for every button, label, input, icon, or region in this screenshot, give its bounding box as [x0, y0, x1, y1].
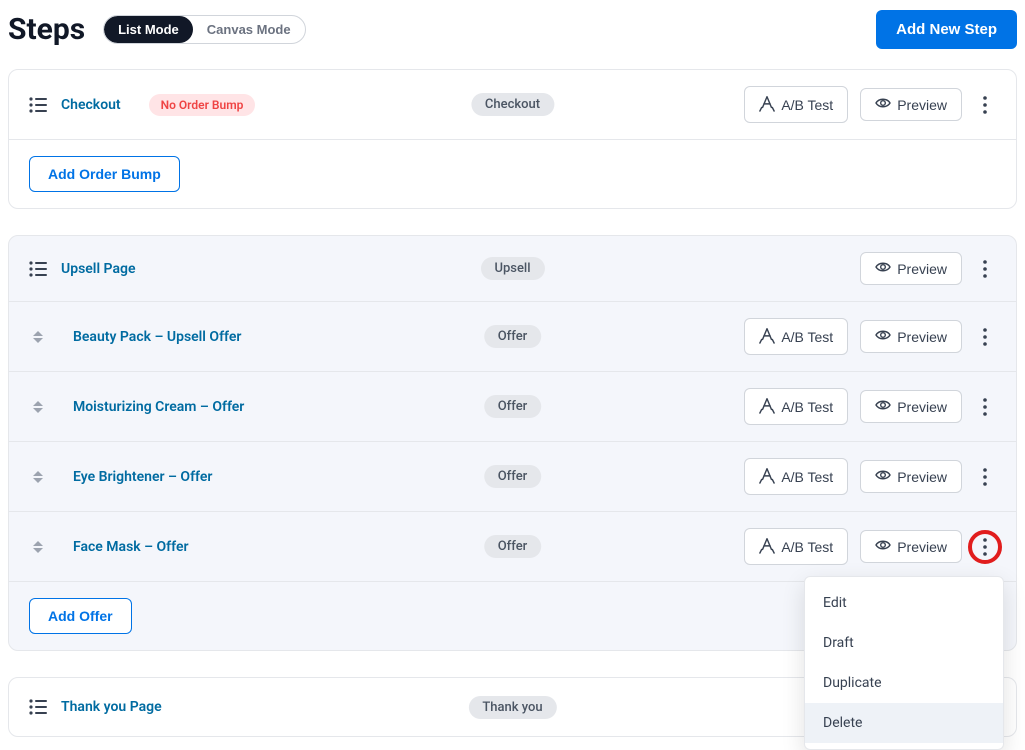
- no-order-bump-badge: No Order Bump: [149, 94, 256, 116]
- panel-upsell: Upsell Page Upsell Preview Beauty Pack –…: [8, 235, 1017, 651]
- type-badge-offer: Offer: [484, 395, 542, 418]
- step-row-upsell-page: Upsell Page Upsell Preview: [9, 236, 1016, 302]
- split-icon: [759, 326, 775, 347]
- more-actions-button[interactable]: [974, 393, 996, 421]
- preview-label: Preview: [897, 399, 947, 415]
- step-row-offer: Moisturizing Cream – Offer Offer A/B Tes…: [9, 372, 1016, 442]
- ab-test-button[interactable]: A/B Test: [744, 86, 848, 123]
- step-row-offer: Beauty Pack – Upsell Offer Offer A/B Tes…: [9, 302, 1016, 372]
- ab-test-label: A/B Test: [781, 539, 833, 555]
- ab-test-button[interactable]: A/B Test: [744, 318, 848, 355]
- ab-test-label: A/B Test: [781, 329, 833, 345]
- add-order-bump-button[interactable]: Add Order Bump: [29, 156, 180, 192]
- list-icon[interactable]: [29, 96, 47, 114]
- preview-label: Preview: [897, 261, 947, 277]
- ab-test-label: A/B Test: [781, 97, 833, 113]
- reorder-handle[interactable]: [29, 331, 47, 343]
- more-actions-button[interactable]: [974, 533, 996, 561]
- reorder-handle[interactable]: [29, 401, 47, 413]
- highlight-circle: [968, 530, 1002, 564]
- step-row-offer: Eye Brightener – Offer Offer A/B Test Pr…: [9, 442, 1016, 512]
- step-link-offer[interactable]: Moisturizing Cream – Offer: [73, 399, 244, 415]
- split-icon: [759, 94, 775, 115]
- preview-label: Preview: [897, 539, 947, 555]
- step-link-offer[interactable]: Eye Brightener – Offer: [73, 469, 212, 485]
- preview-label: Preview: [897, 329, 947, 345]
- step-row-offer: Face Mask – Offer Offer A/B Test Preview…: [9, 512, 1016, 582]
- eye-icon: [875, 96, 891, 113]
- eye-icon: [875, 538, 891, 555]
- menu-item-edit[interactable]: Edit: [805, 583, 1003, 623]
- more-actions-button[interactable]: [974, 323, 996, 351]
- reorder-handle[interactable]: [29, 541, 47, 553]
- type-badge-checkout: Checkout: [471, 93, 554, 116]
- type-badge-offer: Offer: [484, 325, 542, 348]
- menu-item-delete[interactable]: Delete: [805, 703, 1003, 743]
- split-icon: [759, 466, 775, 487]
- ab-test-button[interactable]: A/B Test: [744, 528, 848, 565]
- ab-test-button[interactable]: A/B Test: [744, 458, 848, 495]
- add-new-step-button[interactable]: Add New Step: [876, 10, 1017, 49]
- add-offer-button[interactable]: Add Offer: [29, 598, 132, 634]
- list-icon[interactable]: [29, 260, 47, 278]
- mode-toggle: List Mode Canvas Mode: [103, 15, 305, 44]
- mode-list-button[interactable]: List Mode: [104, 16, 193, 43]
- step-link-upsell-page[interactable]: Upsell Page: [61, 261, 135, 277]
- ab-test-button[interactable]: A/B Test: [744, 388, 848, 425]
- type-badge-upsell: Upsell: [480, 257, 544, 280]
- menu-item-duplicate[interactable]: Duplicate: [805, 663, 1003, 703]
- ab-test-label: A/B Test: [781, 399, 833, 415]
- mode-canvas-button[interactable]: Canvas Mode: [193, 16, 305, 43]
- reorder-handle[interactable]: [29, 471, 47, 483]
- split-icon: [759, 536, 775, 557]
- actions-dropdown: Edit Draft Duplicate Delete: [804, 576, 1004, 750]
- preview-button[interactable]: Preview: [860, 320, 962, 353]
- more-actions-button[interactable]: [974, 91, 996, 119]
- preview-button[interactable]: Preview: [860, 530, 962, 563]
- preview-button[interactable]: Preview: [860, 88, 962, 121]
- eye-icon: [875, 328, 891, 345]
- page-title: Steps: [8, 12, 85, 47]
- menu-item-delete-label: Delete: [823, 715, 862, 731]
- preview-button[interactable]: Preview: [860, 252, 962, 285]
- eye-icon: [875, 260, 891, 277]
- more-actions-button[interactable]: [974, 255, 996, 283]
- step-link-checkout[interactable]: Checkout: [61, 97, 121, 113]
- preview-button[interactable]: Preview: [860, 390, 962, 423]
- menu-item-draft[interactable]: Draft: [805, 623, 1003, 663]
- type-badge-offer: Offer: [484, 535, 542, 558]
- type-badge-thankyou: Thank you: [468, 696, 556, 719]
- eye-icon: [875, 398, 891, 415]
- step-link-offer[interactable]: Beauty Pack – Upsell Offer: [73, 329, 241, 345]
- preview-label: Preview: [897, 469, 947, 485]
- more-actions-button[interactable]: [974, 463, 996, 491]
- step-link-thankyou[interactable]: Thank you Page: [61, 699, 162, 715]
- list-icon[interactable]: [29, 698, 47, 716]
- ab-test-label: A/B Test: [781, 469, 833, 485]
- step-row-checkout: Checkout No Order Bump Checkout A/B Test…: [9, 70, 1016, 140]
- preview-button[interactable]: Preview: [860, 460, 962, 493]
- type-badge-offer: Offer: [484, 465, 542, 488]
- eye-icon: [875, 468, 891, 485]
- panel-checkout: Checkout No Order Bump Checkout A/B Test…: [8, 69, 1017, 209]
- step-link-offer[interactable]: Face Mask – Offer: [73, 539, 189, 555]
- preview-label: Preview: [897, 97, 947, 113]
- split-icon: [759, 396, 775, 417]
